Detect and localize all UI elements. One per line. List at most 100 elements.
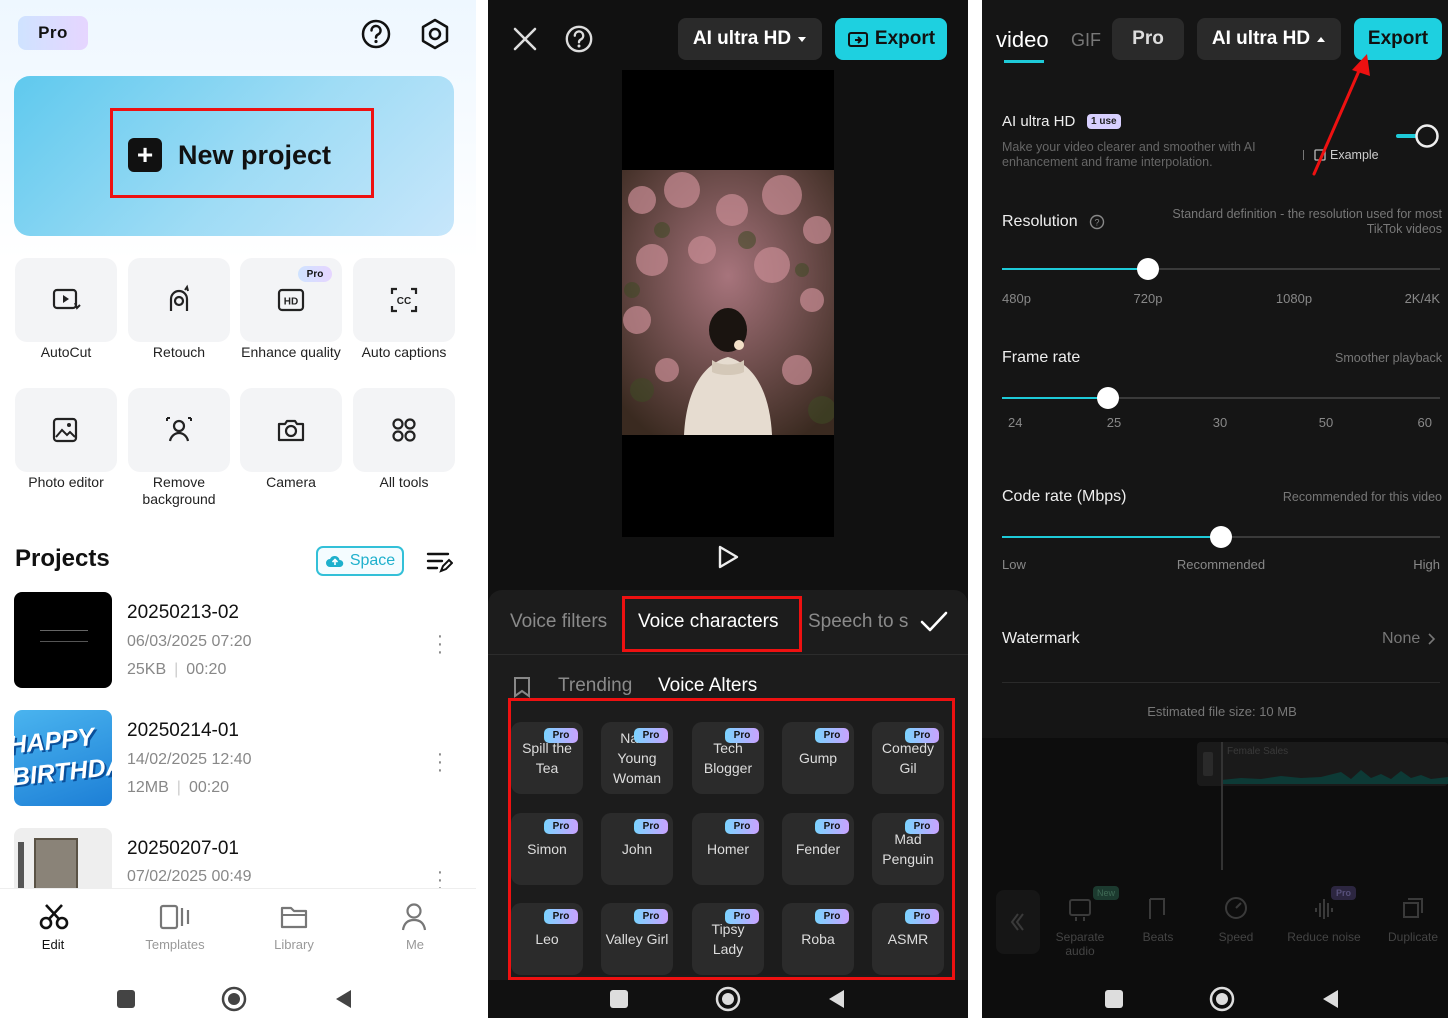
hd-label: AI ultra HD xyxy=(1211,28,1311,49)
settings-icon[interactable] xyxy=(418,17,452,51)
library-folder-icon[interactable] xyxy=(279,904,309,930)
voice-pro-badge: Pro xyxy=(905,909,939,924)
edit-scissors-icon[interactable] xyxy=(38,903,70,931)
timeline-tool-label[interactable]: Reduce noise xyxy=(1284,930,1364,944)
pro-button[interactable]: Pro xyxy=(1112,18,1184,60)
help-icon[interactable] xyxy=(360,18,392,50)
ai-ultra-hd-dropdown[interactable]: AI ultra HD xyxy=(678,18,822,60)
space-button[interactable]: Space xyxy=(316,546,404,576)
tool-photo-editor[interactable] xyxy=(15,388,117,472)
code-rate-slider[interactable] xyxy=(1002,526,1440,548)
tab-voice-filters[interactable]: Voice filters xyxy=(510,611,607,633)
home-icon[interactable] xyxy=(221,986,247,1012)
tool-retouch[interactable] xyxy=(128,258,230,342)
tool-autocut[interactable] xyxy=(15,258,117,342)
tab-gif[interactable]: GIF xyxy=(1071,30,1101,51)
play-icon[interactable] xyxy=(717,545,739,569)
voice-pro-badge: Pro xyxy=(544,728,578,743)
subtab-trending[interactable]: Trending xyxy=(558,675,632,697)
audio-track[interactable]: Female Sales xyxy=(1197,742,1448,786)
confirm-check-icon[interactable] xyxy=(920,610,948,634)
back-icon[interactable] xyxy=(826,988,846,1010)
recent-apps-icon[interactable] xyxy=(117,990,135,1008)
templates-icon[interactable] xyxy=(158,903,192,931)
more-icon[interactable]: ··· xyxy=(432,626,448,662)
project-thumbnail[interactable]: HAPPY BIRTHDA xyxy=(14,710,112,806)
voice-pro-badge: Pro xyxy=(634,909,668,924)
watermark-setting[interactable]: None xyxy=(1382,630,1436,648)
frame-rate-hint: Smoother playback xyxy=(1334,351,1442,365)
ai-hd-toggle[interactable] xyxy=(1396,124,1440,148)
me-profile-icon[interactable] xyxy=(400,902,428,932)
tool-label: Auto captions xyxy=(361,344,447,360)
svg-text:HD: HD xyxy=(284,297,298,308)
pro-badge: Pro xyxy=(1331,886,1357,900)
collapse-toolbar-button[interactable] xyxy=(996,890,1040,954)
home-icon[interactable] xyxy=(715,986,741,1012)
bookmark-icon[interactable] xyxy=(513,676,531,698)
cloud-icon xyxy=(325,555,344,567)
export-button[interactable]: Export xyxy=(835,18,947,60)
tool-auto-captions[interactable]: CC xyxy=(353,258,455,342)
timeline-tool-label[interactable]: Beats xyxy=(1118,930,1198,944)
sort-manage-icon[interactable] xyxy=(425,548,453,576)
back-icon[interactable] xyxy=(333,988,353,1010)
project-duration: 00:20 xyxy=(186,661,227,678)
beats-icon[interactable] xyxy=(1145,895,1171,923)
voice-pro-badge: Pro xyxy=(544,909,578,924)
code-rate-slider-knob[interactable] xyxy=(1210,526,1232,548)
nav-me[interactable]: Me xyxy=(370,937,460,952)
more-icon[interactable]: ··· xyxy=(432,744,448,780)
duplicate-icon[interactable] xyxy=(1400,895,1426,923)
tool-all-tools[interactable] xyxy=(353,388,455,472)
speed-icon[interactable] xyxy=(1223,895,1249,923)
tool-camera[interactable] xyxy=(240,388,342,472)
project-thumbnail[interactable] xyxy=(14,592,112,688)
voice-pro-badge: Pro xyxy=(815,819,849,834)
recent-apps-icon[interactable] xyxy=(1105,990,1123,1008)
tab-speech-to-song[interactable]: Speech to s xyxy=(808,611,908,633)
separate-audio-icon[interactable] xyxy=(1067,895,1093,923)
project-size: 12MB xyxy=(127,779,169,796)
back-icon[interactable] xyxy=(1320,988,1340,1010)
resolution-slider-knob[interactable] xyxy=(1137,258,1159,280)
ai-hd-title: AI ultra HD xyxy=(1002,113,1076,130)
recent-apps-icon[interactable] xyxy=(610,990,628,1008)
slider-tick-label: 480p xyxy=(1002,291,1031,306)
new-badge: New xyxy=(1093,886,1120,900)
project-name[interactable]: 20250213-02 xyxy=(127,602,239,624)
retouch-icon xyxy=(169,284,189,311)
playhead[interactable] xyxy=(1221,742,1223,870)
divider xyxy=(1002,682,1440,683)
frame-rate-slider-knob[interactable] xyxy=(1097,387,1119,409)
timeline-tool-label[interactable]: Duplicate xyxy=(1373,930,1448,944)
hd-icon: HD xyxy=(277,288,305,312)
nav-edit[interactable]: Edit xyxy=(8,937,98,952)
preview-photo xyxy=(622,170,834,435)
enhance-pro-badge: Pro xyxy=(298,266,332,282)
tool-remove-background[interactable] xyxy=(128,388,230,472)
voice-pro-badge: Pro xyxy=(725,728,759,743)
project-name[interactable]: 20250207-01 xyxy=(127,838,239,860)
resolution-slider[interactable] xyxy=(1002,258,1440,280)
voice-pro-badge: Pro xyxy=(815,728,849,743)
resolution-label: Resolution xyxy=(1002,213,1078,230)
frame-rate-slider[interactable] xyxy=(1002,387,1440,409)
close-icon[interactable] xyxy=(512,26,538,52)
timeline-tool-label[interactable]: Separate audio xyxy=(1040,930,1120,958)
tool-label: Camera xyxy=(266,474,316,490)
timeline-tool-label[interactable]: Speed xyxy=(1196,930,1276,944)
slider-tick-label: 25 xyxy=(1106,415,1122,430)
help-icon[interactable] xyxy=(564,24,594,54)
project-name[interactable]: 20250214-01 xyxy=(127,720,239,742)
info-icon[interactable]: ? xyxy=(1089,214,1105,230)
nav-library[interactable]: Library xyxy=(249,937,339,952)
subtab-voice-alters[interactable]: Voice Alters xyxy=(658,675,757,697)
home-icon[interactable] xyxy=(1209,986,1235,1012)
tool-label: AutoCut xyxy=(40,344,92,360)
nav-templates[interactable]: Templates xyxy=(130,937,220,952)
pro-badge[interactable]: Pro xyxy=(18,16,88,50)
export-label: Export xyxy=(874,28,936,49)
slider-tick-label: 1080p xyxy=(1275,291,1313,306)
tab-video[interactable]: video xyxy=(996,27,1049,53)
